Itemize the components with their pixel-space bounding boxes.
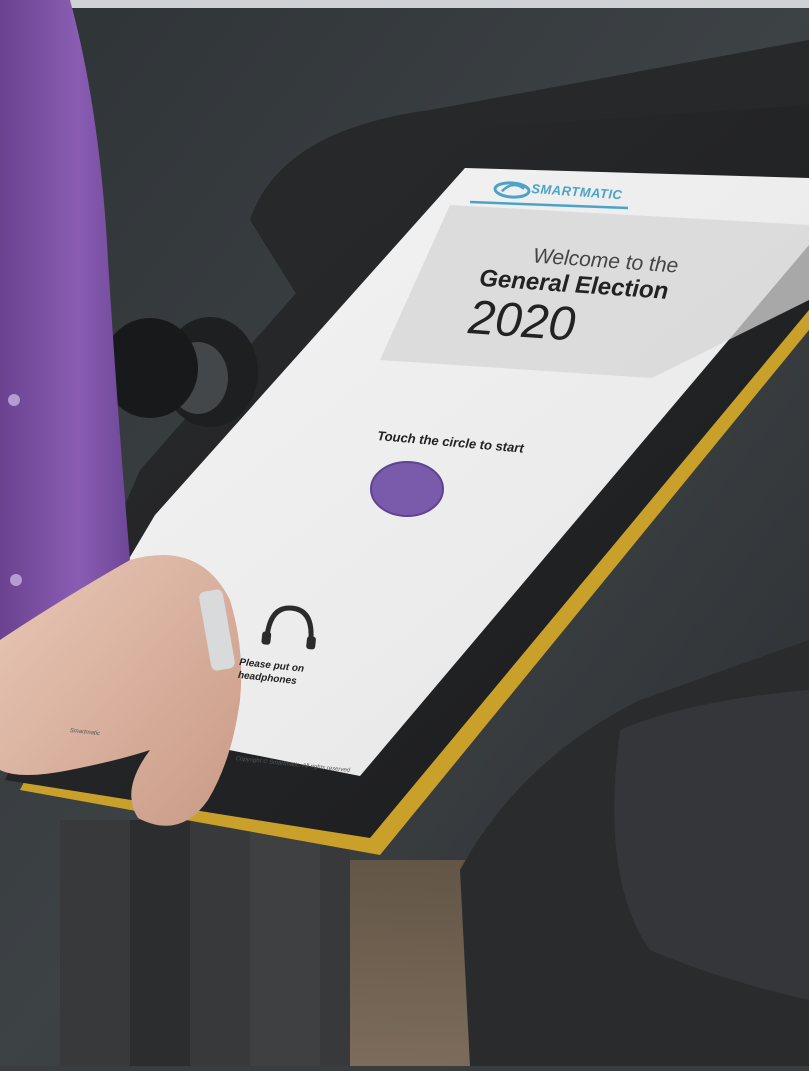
start-circle-button[interactable] [370, 461, 444, 517]
voting-kiosk-photo [0, 0, 809, 1066]
photo-scene [0, 0, 809, 1066]
headset-jack [102, 317, 258, 427]
welcome-heading: Welcome to the General Election 2020 [463, 240, 679, 358]
